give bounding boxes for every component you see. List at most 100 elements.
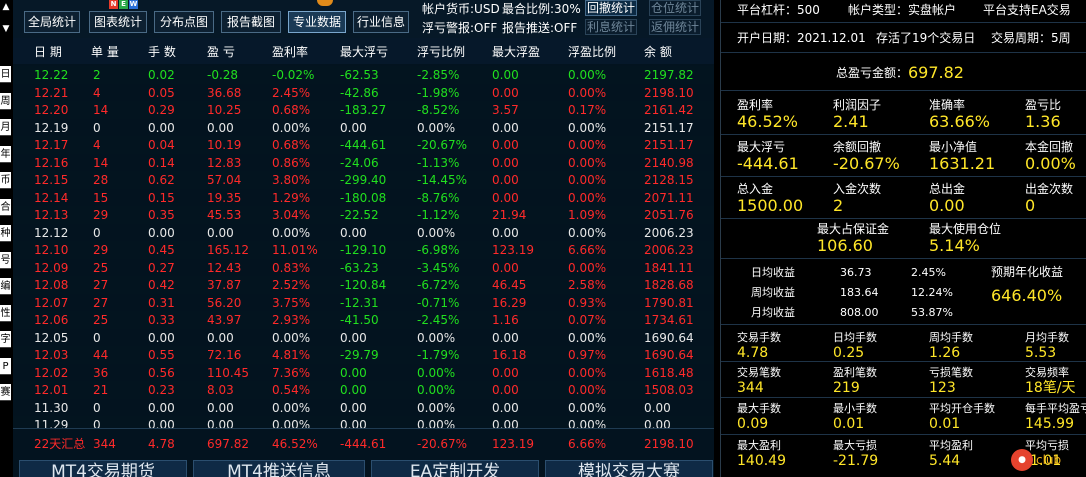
- stat-label: 亏损笔数: [929, 366, 973, 379]
- rebate-stats-button[interactable]: 返佣统计: [649, 19, 701, 35]
- scroll-up-icon[interactable]: ▲: [1, 2, 11, 12]
- cell-lots: 0.29: [148, 103, 175, 117]
- left-tab[interactable]: 性: [0, 304, 11, 322]
- left-tab[interactable]: 种: [0, 225, 11, 242]
- cell-orders: 21: [93, 383, 109, 397]
- report-screenshot-button[interactable]: 报告截图: [221, 11, 281, 33]
- cell-max-dd: -444.61: [340, 138, 387, 152]
- left-tab[interactable]: 赛: [0, 384, 11, 401]
- table-row: 12.22 2 0.02 -0.28 -0.02% -62.53 -2.85% 0.00 0.0…: [13, 66, 714, 84]
- cell-date: 12.20: [34, 103, 69, 117]
- table-row: 12.19 0 0.00 0.00 0.00% 0.00 0.00% 0.00 0.00% 215…: [13, 119, 714, 137]
- cell-lots: 0.62: [148, 173, 175, 187]
- cell-profit-ratio: 0.00%: [568, 173, 607, 187]
- banner-demo-contest[interactable]: 模拟交易大赛: [545, 460, 713, 477]
- cell-dd-ratio: -6.72%: [417, 278, 460, 292]
- cell-lots: 0.00: [148, 225, 175, 240]
- cell-date: 12.07: [34, 295, 69, 310]
- annual-yield-value: 646.40%: [991, 286, 1063, 305]
- cell-dd-ratio: -1.98%: [417, 85, 460, 100]
- cell-balance: 1841.11: [644, 260, 694, 275]
- pro-data-button[interactable]: 专业数据: [288, 11, 346, 33]
- industry-info-button[interactable]: 行业信息: [353, 11, 409, 33]
- stat-label: 周均手数: [929, 331, 973, 344]
- trade-period: 交易周期：5周: [991, 31, 1071, 45]
- table-row: 12.13 29 0.35 45.53 3.04% -22.52 -1.12% 21.94 1.…: [13, 206, 714, 224]
- cell-pnl: 12.83: [207, 155, 242, 170]
- cell-max-profit: 0.00: [492, 85, 519, 100]
- table-row: 12.15 28 0.62 57.04 3.80% -299.40 -14.45% 0.00 0…: [13, 171, 714, 189]
- left-tab[interactable]: 年: [0, 145, 11, 163]
- interest-stats-button[interactable]: 利息统计: [585, 19, 637, 35]
- drawdown-stats-button[interactable]: 回撤统计: [585, 0, 637, 16]
- cell-max-dd: -12.31: [340, 295, 379, 310]
- cell-pnl: 43.97: [207, 313, 242, 327]
- stat-value: 1.26: [929, 345, 961, 361]
- table-row: 12.17 4 0.04 10.19 0.68% -444.61 -20.67% 0.00 0.…: [13, 136, 714, 154]
- cell-balance: 1790.81: [644, 295, 694, 310]
- cell-lots: 0.02: [148, 68, 175, 82]
- cell-pnl: 56.20: [207, 295, 242, 310]
- cell-max-dd: -180.08: [340, 190, 387, 205]
- table-row: 12.08 27 0.42 37.87 2.52% -120.84 -6.72% 46.45 2…: [13, 276, 714, 294]
- left-tab[interactable]: 号: [0, 251, 11, 269]
- cell-profit-ratio: 0.00%: [568, 365, 607, 380]
- cell-balance: 1618.48: [644, 365, 694, 380]
- banner-ea-custom[interactable]: EA定制开发: [371, 460, 539, 477]
- col-pnl: 盈 亏: [207, 45, 235, 59]
- cell-max-dd: -24.06: [340, 155, 379, 170]
- cell-date: 12.03: [34, 348, 69, 362]
- cell-max-profit: 21.94: [492, 208, 527, 222]
- banner-mt4-futures[interactable]: MT4交易期货: [19, 460, 187, 477]
- stat-label: 平均盈利: [929, 439, 973, 452]
- scroll-down-icon[interactable]: ▼: [1, 24, 11, 34]
- banner-mt4-push[interactable]: MT4推送信息: [193, 460, 365, 477]
- cell-max-dd: 0.00: [340, 330, 367, 345]
- distribution-chart-button[interactable]: 分布点图: [154, 11, 214, 33]
- col-balance: 余 额: [644, 45, 672, 59]
- left-tab[interactable]: 周: [0, 92, 11, 110]
- cell-date: 11.30: [34, 400, 69, 415]
- left-tab[interactable]: 字: [0, 331, 11, 348]
- left-tab[interactable]: 编: [0, 278, 11, 295]
- stat-label: 盈亏比: [1025, 98, 1062, 112]
- left-tab[interactable]: 币: [0, 172, 11, 189]
- cell-orders: 0: [93, 120, 101, 135]
- cell-profit-ratio: 0.00%: [568, 260, 607, 275]
- left-tab[interactable]: 月: [0, 119, 11, 136]
- cell-date: 12.13: [34, 208, 69, 222]
- left-tab[interactable]: P: [0, 357, 11, 375]
- left-tab[interactable]: 日: [0, 66, 11, 83]
- col-orders: 单 量: [91, 45, 119, 59]
- table-header: 日 期 单 量 手 数 盈 亏 盈利率 最大浮亏 浮亏比例 最大浮盈 浮盈比例 …: [13, 38, 714, 64]
- max-position-value: 5.14%: [929, 236, 980, 255]
- stat-label: 最大盈利: [737, 439, 781, 452]
- cell-profit-ratio: 0.07%: [568, 313, 607, 327]
- cell-rate: 0.00%: [272, 120, 311, 135]
- cell-rate: 0.68%: [272, 138, 311, 152]
- cell-profit-ratio: 6.66%: [568, 243, 607, 257]
- left-strip: ▲ ▼ 日周月年币合种号编性字P赛: [0, 0, 12, 477]
- cell-balance: 2051.76: [644, 208, 694, 222]
- position-stats-button[interactable]: 仓位统计: [649, 0, 701, 16]
- cell-max-dd: -62.53: [340, 68, 379, 82]
- cell-pnl: 165.12: [207, 243, 249, 257]
- left-tab[interactable]: 合: [0, 198, 11, 216]
- cell-rate: 3.04%: [272, 208, 311, 222]
- divider: [721, 218, 1086, 219]
- cell-lots: 0.15: [148, 190, 175, 205]
- cell-dd-ratio: 0.00%: [417, 330, 456, 345]
- cell-orders: 0: [93, 225, 101, 240]
- col-profit-ratio: 浮盈比例: [568, 45, 617, 59]
- chart-stats-button[interactable]: 图表统计: [89, 11, 147, 33]
- cell-rate: 2.45%: [272, 85, 311, 100]
- cell-orders: 36: [93, 365, 109, 380]
- global-stats-button[interactable]: 全局统计: [24, 11, 80, 33]
- cell-max-profit: 0.00: [492, 120, 519, 135]
- summary-max-profit: 123.19: [492, 437, 534, 451]
- cell-orders: 15: [93, 190, 109, 205]
- divider: [721, 324, 1086, 325]
- summary-row: 22天汇总 344 4.78 697.82 46.52% -444.61 -20…: [13, 428, 714, 458]
- cell-dd-ratio: -6.98%: [417, 243, 460, 257]
- col-rate: 盈利率: [272, 45, 309, 59]
